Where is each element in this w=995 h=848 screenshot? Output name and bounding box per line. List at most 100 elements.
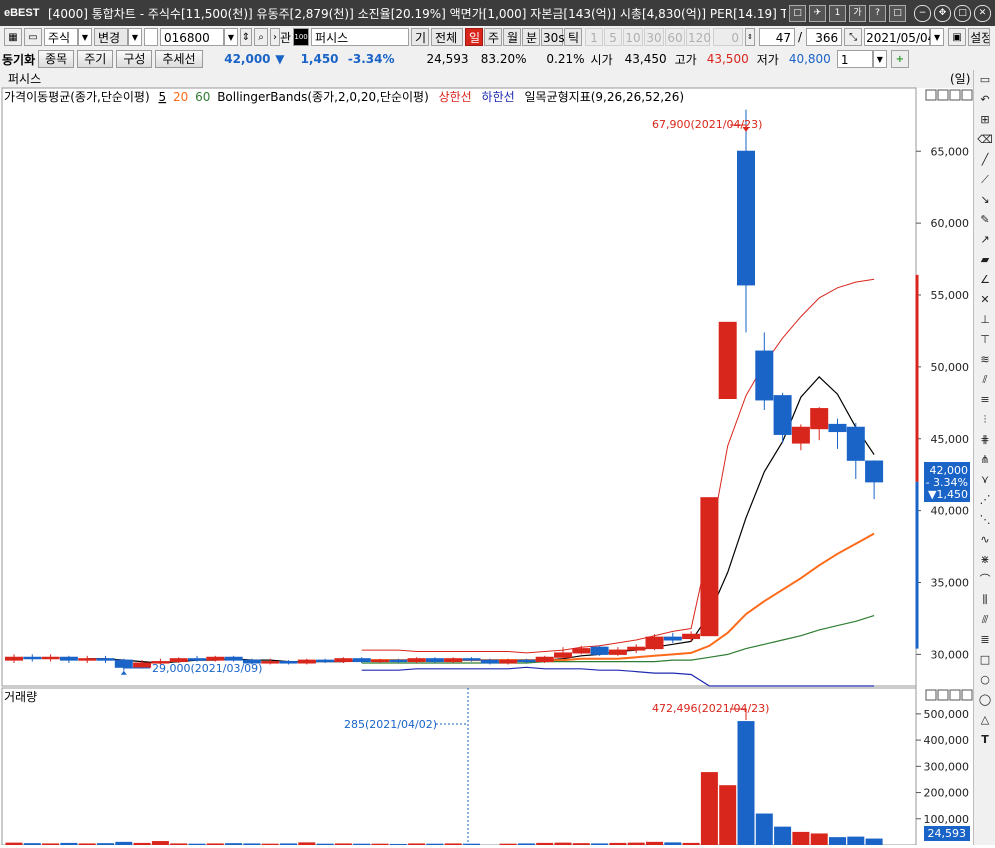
candle-body	[664, 637, 681, 640]
period-month[interactable]: 월	[503, 28, 521, 46]
item-button[interactable]: 종목	[38, 50, 74, 68]
ellipse-icon[interactable]: ◯	[976, 691, 994, 709]
change-dropdown-arrow-icon[interactable]: ▼	[128, 28, 142, 46]
period-day[interactable]: 일	[465, 28, 483, 46]
minute-120[interactable]: 120	[686, 28, 710, 46]
text-icon[interactable]: T	[976, 731, 994, 749]
candle-body	[628, 647, 645, 650]
eraser-icon[interactable]: ⌫	[976, 131, 994, 149]
market-dropdown-arrow-icon[interactable]: ▼	[78, 28, 92, 46]
cycle-icon[interactable]: ⋰	[976, 491, 994, 509]
count-dropdown-arrow-icon[interactable]: ▼	[873, 50, 887, 68]
pin-icon[interactable]: ✈	[809, 5, 826, 22]
minimize-icon[interactable]: −	[914, 5, 931, 22]
candle-body	[24, 657, 41, 659]
settings-button[interactable]: 설정	[968, 28, 990, 46]
candle-body	[646, 637, 663, 649]
date-dropdown-arrow-icon[interactable]: ▼	[930, 28, 944, 46]
ratio-icon[interactable]: ⫻	[976, 611, 994, 629]
ray-icon[interactable]: ↗	[976, 231, 994, 249]
change-select[interactable]: 변경	[94, 28, 128, 46]
close-icon[interactable]: ✕	[974, 5, 991, 22]
search-icon[interactable]: ⌕	[254, 28, 268, 46]
chart-area[interactable]: 퍼시스 (일) 가격이동평균(종가,단순이평) 5 20 60 Bollinge…	[0, 70, 973, 845]
gann-icon[interactable]: ⋕	[976, 431, 994, 449]
monitor-icon[interactable]: ▭	[24, 28, 42, 46]
zoom-chart-icon[interactable]: ⤡	[844, 28, 862, 46]
angle-icon[interactable]: ∠	[976, 271, 994, 289]
trendline-button[interactable]: 추세선	[155, 50, 202, 68]
page-current-input[interactable]: 47	[759, 28, 795, 46]
pitchfork-icon[interactable]: ⋎	[976, 471, 994, 489]
date-input[interactable]: 2021/05/04	[864, 28, 930, 46]
minute-1[interactable]: 1	[585, 28, 603, 46]
undo-icon[interactable]: ↶	[976, 91, 994, 109]
volume-bar	[719, 785, 736, 845]
window-btn-6[interactable]: □	[889, 5, 906, 22]
period-minute[interactable]: 분	[522, 28, 540, 46]
help-icon[interactable]: ?	[869, 5, 886, 22]
candle-body	[134, 663, 151, 667]
minute-30[interactable]: 30	[644, 28, 664, 46]
window-btn-3[interactable]: 1	[829, 5, 846, 22]
candle-body	[847, 427, 864, 460]
tri-line-icon[interactable]: ≣	[976, 631, 994, 649]
cursor-icon[interactable]: ▭	[976, 71, 994, 89]
pen-icon[interactable]: ✎	[976, 211, 994, 229]
n-value-input[interactable]: 0	[713, 28, 743, 46]
rectangle-icon[interactable]: □	[976, 651, 994, 669]
circle-icon[interactable]: ○	[976, 671, 994, 689]
price-tick-label: 40,000	[931, 505, 970, 518]
count-select[interactable]: 1	[837, 50, 873, 68]
window-btn-1[interactable]: □	[789, 5, 806, 22]
fibonacci-icon[interactable]: ≡	[976, 391, 994, 409]
hundred-icon[interactable]: 100	[293, 28, 309, 46]
line-icon[interactable]: ╱	[976, 151, 994, 169]
all-icon[interactable]: ⊞	[976, 111, 994, 129]
up-down-arrow-icon[interactable]: ⇕	[240, 28, 252, 46]
cross-icon[interactable]: ✕	[976, 291, 994, 309]
period-30s[interactable]: 30s	[541, 28, 563, 46]
speed-line-icon[interactable]: ⋔	[976, 451, 994, 469]
grid-icon[interactable]: ▦	[4, 28, 22, 46]
btn-all[interactable]: 전체	[431, 28, 463, 46]
market-select[interactable]: 주식	[44, 28, 78, 46]
link-label[interactable]: 관	[280, 29, 291, 46]
arrow-line-icon[interactable]: ↘	[976, 191, 994, 209]
stock-code-input[interactable]: 016800	[160, 28, 224, 46]
config-button[interactable]: 구성	[116, 50, 152, 68]
zigzag-icon[interactable]: ≋	[976, 351, 994, 369]
period-tick[interactable]: 틱	[564, 28, 582, 46]
minute-10[interactable]: 10	[623, 28, 643, 46]
legend-bb: BollingerBands(종가,2,0,20,단순이평)	[217, 90, 429, 104]
next-arrow-icon[interactable]: ›	[270, 28, 280, 46]
fib-fan-icon[interactable]: ⫶	[976, 411, 994, 429]
btn-ki[interactable]: 기	[411, 28, 429, 46]
trendline-icon[interactable]: ⟋	[976, 171, 994, 189]
time-zone-icon[interactable]: ⫼	[976, 591, 994, 609]
minute-5[interactable]: 5	[604, 28, 622, 46]
restore-icon[interactable]: ✥	[934, 5, 951, 22]
vertical-line-icon[interactable]: ⊥	[976, 311, 994, 329]
chart-svg[interactable]: 퍼시스 (일) 가격이동평균(종가,단순이평) 5 20 60 Bollinge…	[0, 70, 973, 845]
minute-60[interactable]: 60	[665, 28, 685, 46]
sync-label[interactable]: 동기화	[2, 51, 35, 68]
triangle-icon[interactable]: △	[976, 711, 994, 729]
regression-icon[interactable]: ⋱	[976, 511, 994, 529]
maximize-icon[interactable]: □	[954, 5, 971, 22]
n-spinner-icon[interactable]: ⇕	[745, 28, 755, 46]
blank-box-icon[interactable]	[144, 28, 158, 46]
highlighter-icon[interactable]: ▰	[976, 251, 994, 269]
period-button[interactable]: 주기	[77, 50, 113, 68]
fan-icon[interactable]: ⋇	[976, 551, 994, 569]
arc-icon[interactable]: ⌒	[976, 571, 994, 589]
font-size-button[interactable]: 가	[849, 5, 866, 22]
drawing-toolbar: ▭ ↶ ⊞ ⌫ ╱ ⟋ ↘ ✎ ↗ ▰ ∠ ✕ ⊥ ⊤ ≋ ⫽ ≡ ⫶ ⋕ ⋔ …	[973, 70, 995, 845]
channel-icon[interactable]: ⫽	[976, 371, 994, 389]
wave-icon[interactable]: ∿	[976, 531, 994, 549]
save-icon[interactable]: ▣	[948, 28, 966, 46]
add-icon[interactable]: +	[891, 50, 909, 68]
horizontal-line-icon[interactable]: ⊤	[976, 331, 994, 349]
code-dropdown-arrow-icon[interactable]: ▼	[224, 28, 238, 46]
period-week[interactable]: 주	[484, 28, 502, 46]
